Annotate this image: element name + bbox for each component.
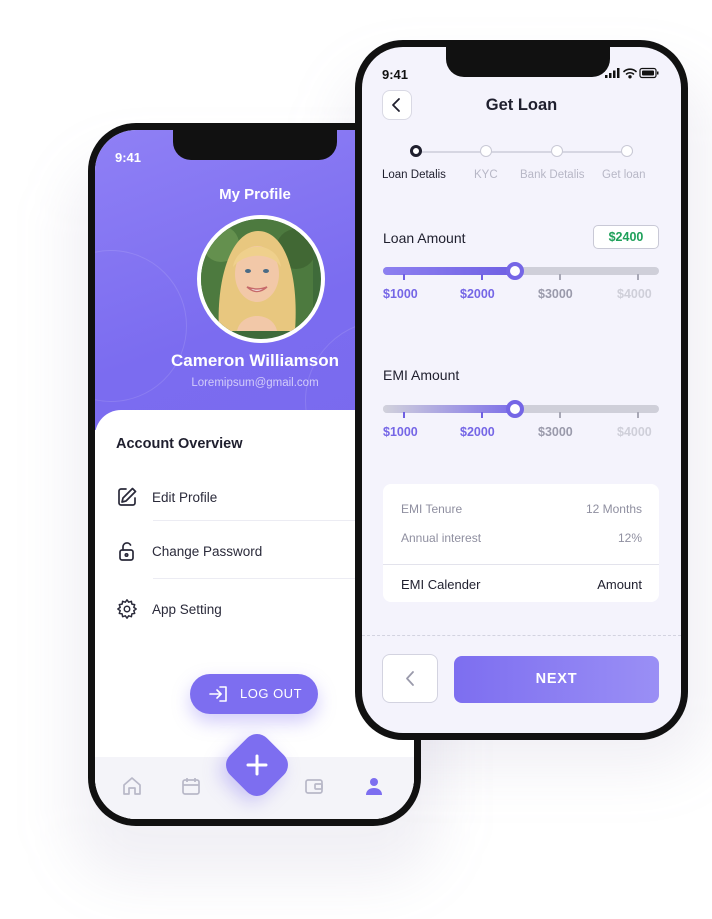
- slider-tick: [403, 274, 405, 280]
- emi-amount-label: EMI Amount: [383, 367, 460, 383]
- previous-button[interactable]: [382, 654, 438, 703]
- wifi-icon: [623, 68, 637, 79]
- slider-tick: [559, 412, 561, 418]
- tick-label: $3000: [538, 287, 573, 301]
- row-label: EMI Tenure: [401, 502, 463, 516]
- slider-thumb[interactable]: [506, 400, 525, 418]
- menu-item-app-setting[interactable]: App Setting: [116, 594, 376, 634]
- menu-item-label: Change Password: [152, 544, 263, 559]
- step-label-get-loan: Get loan: [602, 169, 646, 181]
- step-label-kyc: KYC: [474, 169, 498, 181]
- user-icon[interactable]: [363, 775, 385, 797]
- battery-icon: [639, 67, 659, 79]
- annual-interest-row: Annual interest 12%: [401, 531, 642, 545]
- logout-icon: [208, 684, 230, 707]
- loan-phone: 9:41 Get Loan Loan Detalis KYC Bank Deta…: [355, 40, 688, 740]
- status-time: 9:41: [382, 67, 409, 82]
- row-value: 12 Months: [585, 502, 642, 516]
- status-icons: [605, 66, 659, 84]
- tick-label: $1000: [383, 425, 418, 439]
- tick-label: $4000: [617, 287, 652, 301]
- divider: [383, 564, 659, 565]
- logout-button[interactable]: LOG OUT: [190, 674, 318, 714]
- next-button[interactable]: NEXT: [454, 656, 659, 703]
- row-value: 12%: [617, 531, 642, 545]
- loan-amount-slider[interactable]: [383, 262, 659, 280]
- signal-icon: [605, 68, 620, 78]
- menu-item-label: App Setting: [152, 602, 222, 617]
- emi-amount-slider[interactable]: [383, 400, 659, 418]
- emi-summary-card: EMI Tenure 12 Months Annual interest 12%…: [383, 484, 659, 602]
- slider-tick: [559, 274, 561, 280]
- gear-icon: [116, 598, 140, 622]
- loan-amount-label: Loan Amount: [383, 230, 466, 246]
- slider-thumb[interactable]: [506, 262, 525, 280]
- row-label: Annual interest: [401, 531, 482, 545]
- tick-label: $2000: [460, 287, 495, 301]
- tick-label: $4000: [617, 425, 652, 439]
- edit-icon: [116, 486, 140, 510]
- step-dot-4[interactable]: [621, 145, 633, 157]
- wallet-icon[interactable]: [303, 775, 325, 797]
- menu-item-edit-profile[interactable]: Edit Profile: [116, 482, 376, 522]
- tick-label: $3000: [538, 425, 573, 439]
- tick-label: $2000: [460, 425, 495, 439]
- page-title: Get Loan: [485, 96, 558, 114]
- slider-tick: [637, 412, 639, 418]
- step-dot-2[interactable]: [480, 145, 492, 157]
- notch: [446, 47, 610, 77]
- plus-icon: [231, 739, 283, 791]
- slider-tick: [481, 412, 483, 418]
- loan-amount-value: $2400: [593, 225, 659, 249]
- slider-tick: [481, 274, 483, 280]
- tick-label: $1000: [383, 287, 418, 301]
- step-label-bank-details: Bank Detalis: [520, 169, 585, 181]
- chevron-left-icon: [406, 671, 414, 686]
- emi-calendar-row[interactable]: EMI Calender Amount: [401, 577, 642, 592]
- avatar[interactable]: [197, 215, 325, 343]
- slider-tick: [403, 412, 405, 418]
- row-label: EMI Calender: [401, 577, 481, 592]
- stepper-line: [417, 151, 633, 153]
- step-dot-1[interactable]: [410, 145, 422, 157]
- menu-item-change-password[interactable]: Change Password: [116, 536, 376, 576]
- dashed-divider: [362, 635, 681, 636]
- lock-icon: [116, 540, 140, 564]
- row-value: Amount: [597, 577, 642, 592]
- step-dot-3[interactable]: [551, 145, 563, 157]
- step-label-loan-details: Loan Detalis: [382, 169, 446, 181]
- menu-item-label: Edit Profile: [152, 490, 218, 505]
- home-icon[interactable]: [121, 775, 143, 797]
- slider-tick: [637, 274, 639, 280]
- emi-tenure-row: EMI Tenure 12 Months: [401, 502, 642, 516]
- logout-label: LOG OUT: [240, 686, 303, 701]
- section-title: Account Overview: [116, 436, 243, 452]
- notch: [173, 130, 337, 160]
- calendar-icon[interactable]: [180, 775, 202, 797]
- loan-screen: 9:41 Get Loan Loan Detalis KYC Bank Deta…: [362, 47, 681, 733]
- status-time: 9:41: [115, 150, 142, 165]
